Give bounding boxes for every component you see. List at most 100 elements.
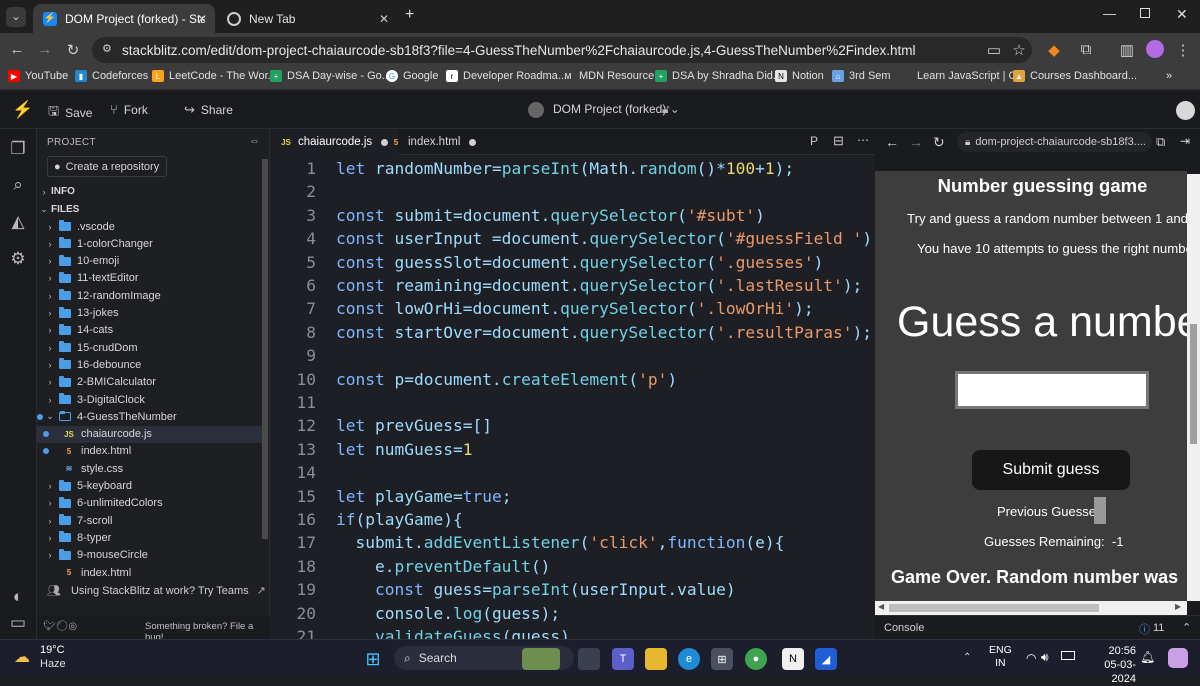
back-icon[interactable]: ← [8, 41, 26, 58]
code-line[interactable]: const submit=document.querySelector('#su… [336, 206, 765, 225]
language-indicator[interactable]: ENG IN [989, 644, 1012, 670]
twitter-icon[interactable]: 🐦︎⚪︎◎ [43, 621, 77, 632]
preview-back-icon[interactable]: ← [885, 134, 899, 150]
menu-icon[interactable]: ⋮ [1174, 41, 1192, 59]
folder-item[interactable]: › 8-typer [37, 529, 262, 546]
preview-forward-icon[interactable]: → [909, 134, 923, 150]
code-line[interactable]: let randomNumber=parseInt(Math.random()*… [336, 159, 794, 178]
code-line[interactable]: e.preventDefault() [336, 557, 550, 576]
prettier-icon[interactable]: P [810, 134, 818, 148]
deploy-icon[interactable]: ◭ [8, 212, 28, 232]
open-new-window-icon[interactable]: ⧉ [1156, 134, 1165, 150]
tab-stackblitz[interactable]: ⚡ DOM Project (forked) - StackBl ✕ [33, 4, 215, 33]
tab-close-icon[interactable]: ✕ [379, 12, 389, 26]
code-line[interactable]: const p=document.createElement('p') [336, 370, 677, 389]
profile-avatar[interactable] [1146, 40, 1164, 58]
file-item[interactable]: 5 index.html [37, 564, 262, 581]
code-line[interactable]: submit.addEventListener('click',function… [336, 533, 784, 552]
sidebar-scrollbar[interactable] [262, 159, 268, 539]
code-line[interactable]: validateGuess(guess) [336, 627, 570, 639]
search-icon[interactable]: ⌕ [8, 175, 28, 195]
project-title[interactable]: DOM Project (forked) [553, 102, 666, 116]
teams-icon[interactable]: T [612, 648, 634, 670]
chrome-icon[interactable]: ● [745, 648, 767, 670]
preview-vertical-scrollbar[interactable] [1187, 174, 1200, 601]
clock[interactable]: 20:56 05-03-2024 [1086, 644, 1136, 686]
expand-console-icon[interactable]: ⌃ [1182, 621, 1191, 634]
widget-icon[interactable] [522, 648, 560, 670]
preview-reload-icon[interactable]: ↻ [933, 134, 945, 151]
scroll-right-icon[interactable]: ▶ [1175, 602, 1181, 611]
explorer-icon[interactable]: ❐ [8, 139, 28, 159]
console-bar[interactable]: Console ⓘ 11 ⌃ [875, 615, 1200, 639]
folder-item[interactable]: › 2-BMICalculator [37, 374, 262, 391]
folder-item[interactable]: › 13-jokes [37, 305, 262, 322]
tab-index-html[interactable]: 5 index.html [380, 129, 486, 155]
folder-item[interactable]: › 15-crudDom [37, 339, 262, 356]
folder-item[interactable]: › 14-cats [37, 322, 262, 339]
notification-bell-icon[interactable]: 🔔︎ [1140, 650, 1155, 664]
code-line[interactable]: const guess=parseInt(userInput.value) [336, 580, 736, 599]
bookmarks-overflow-icon[interactable]: » [1166, 70, 1172, 82]
split-editor-icon[interactable]: ⊟ [833, 133, 844, 149]
folder-item[interactable]: › .vscode [37, 218, 262, 235]
code-line[interactable]: const guessSlot=document.querySelector('… [336, 253, 823, 272]
folder-item[interactable]: › 3-DigitalClock [37, 391, 262, 408]
folder-item[interactable]: › 5-keyboard [37, 478, 262, 495]
vscode-taskbar-icon[interactable]: ◢ [815, 648, 837, 670]
file-item[interactable]: ≋ style.css [37, 460, 262, 477]
minimize-icon[interactable]: — [1103, 6, 1116, 21]
bookmark-leetcode[interactable]: L LeetCode - The Wor... [152, 70, 277, 82]
folder-item[interactable]: › 9-mouseCircle [37, 547, 262, 564]
bookmark-codeforces[interactable]: ▮ Codeforces [75, 70, 148, 82]
scroll-thumb[interactable] [1190, 324, 1197, 444]
code-line[interactable]: const reamining=document.querySelector('… [336, 276, 862, 295]
tab-search-button[interactable]: ⌄ [6, 7, 26, 27]
folder-item[interactable]: › 1-colorChanger [37, 235, 262, 252]
address-bar[interactable]: ⚙ stackblitz.com/edit/dom-project-chaiau… [92, 37, 1032, 63]
wifi-icon[interactable]: ◠ [1026, 651, 1036, 665]
bookmark-dsa-shradha[interactable]: + DSA by Shradha Did... [655, 70, 782, 82]
file-explorer-icon[interactable] [645, 648, 667, 670]
bookmark-star-icon[interactable]: ☆ [1010, 41, 1028, 59]
more-actions-icon[interactable]: ⋯ [857, 133, 869, 147]
folder-item[interactable]: › 7-scroll [37, 512, 262, 529]
restore-icon[interactable] [1140, 8, 1150, 18]
code-line[interactable]: const lowOrHi=document.querySelector('.l… [336, 299, 814, 318]
tab-chaiaurcode-js[interactable]: JS chaiaurcode.js [270, 129, 399, 155]
folder-item[interactable]: › 11-textEditor [37, 270, 262, 287]
files-section[interactable]: ⌄ FILES [37, 201, 262, 218]
teams-promo[interactable]: 👥︎ Using StackBlitz at work? Try Teams ↗ [47, 584, 266, 598]
bookmark-dsa-daywise[interactable]: + DSA Day-wise - Go... [270, 70, 391, 82]
sidebar-toggle-icon[interactable]: ⇔ [249, 135, 260, 147]
info-section[interactable]: › INFO [37, 183, 262, 200]
window-close-icon[interactable]: ✕ [1176, 6, 1188, 23]
code-line[interactable]: const userInput =document.querySelector(… [336, 229, 872, 248]
file-item[interactable]: JS chaiaurcode.js [37, 425, 262, 443]
file-item[interactable]: 5 index.html [37, 443, 262, 460]
bookmark-courses[interactable]: ▲ Courses Dashboard... [1013, 70, 1137, 82]
folder-item[interactable]: › 16-debounce [37, 356, 262, 373]
store-icon[interactable]: ⊞ [711, 648, 733, 670]
tray-overflow-icon[interactable]: ⌃ [963, 652, 971, 663]
weather-desc[interactable]: Haze [40, 658, 66, 670]
preview-url-bar[interactable]: 🔒︎ dom-project-chaiaurcode-sb18f3.... [957, 132, 1152, 152]
code-line[interactable]: console.log(guess); [336, 604, 560, 623]
notion-taskbar-icon[interactable]: N [782, 648, 804, 670]
weather-icon[interactable]: ☁ [14, 647, 30, 667]
cast-icon[interactable]: ▭ [985, 41, 1003, 59]
terminal-icon[interactable]: ▭ [8, 613, 28, 633]
bookmark-roadmap[interactable]: r Developer Roadma... [446, 70, 567, 82]
code-area[interactable]: 1 let randomNumber=parseInt(Math.random()… [270, 155, 875, 639]
reload-icon[interactable]: ↻ [64, 41, 82, 59]
copilot-icon[interactable] [1168, 648, 1188, 668]
bookmark-learn-js[interactable]: Learn JavaScript | C... [900, 70, 1026, 82]
task-view-icon[interactable] [578, 648, 600, 670]
code-line[interactable]: if(playGame){ [336, 510, 463, 529]
h-scroll-thumb[interactable] [889, 604, 1099, 612]
bookmark-mdn[interactable]: M MDN Resource [562, 70, 655, 82]
bookmark-3rd-sem[interactable]: ⌂ 3rd Sem [832, 70, 891, 82]
bookmark-google[interactable]: G Google [386, 70, 438, 82]
extensions-icon[interactable]: ⧉ [1077, 41, 1095, 58]
sidepanel-icon[interactable]: ▥ [1118, 41, 1136, 59]
